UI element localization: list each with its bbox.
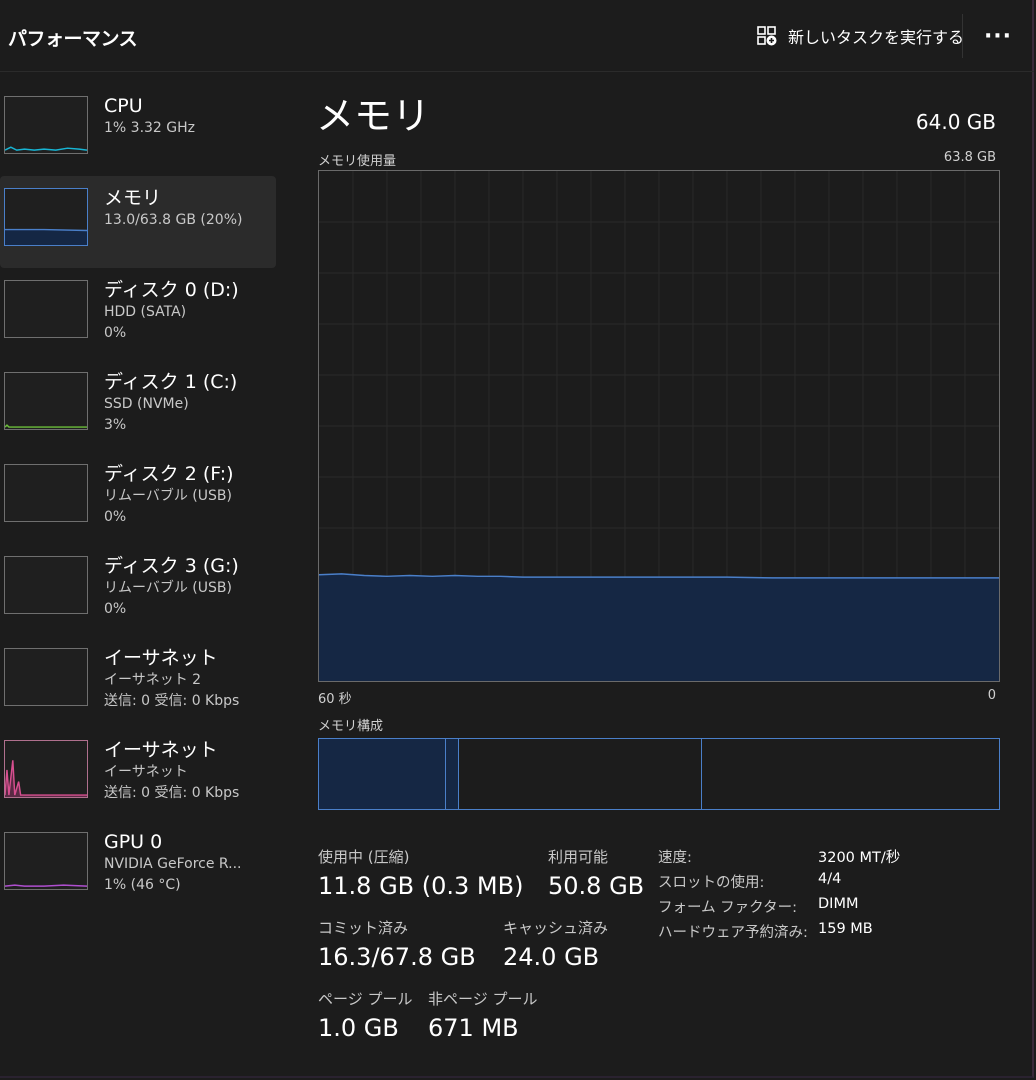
cached-value: 24.0 GB — [503, 943, 600, 971]
sidebar-item-detail: SSD (NVMe) — [104, 396, 189, 412]
sidebar-item-4[interactable]: ディスク 2 (F:) リムーバブル (USB) 0% — [0, 452, 276, 544]
sidebar-item-title: ディスク 0 (D:) — [104, 279, 239, 301]
run-new-task-button[interactable]: 新しいタスクを実行する — [748, 18, 972, 54]
sidebar-thumbnail-graph — [4, 96, 88, 154]
spec-speed-value: 3200 MT/秒 — [818, 850, 901, 866]
sidebar-item-title: ディスク 2 (F:) — [104, 463, 234, 485]
sidebar-item-detail: 1% (46 °C) — [104, 877, 181, 893]
composition-modified[interactable] — [446, 739, 459, 809]
sidebar-item-title: CPU — [104, 95, 143, 117]
paged-pool-value: 1.0 GB — [318, 1014, 399, 1042]
sidebar-item-detail: HDD (SATA) — [104, 304, 187, 320]
spec-form-factor-key: フォーム ファクター: — [658, 900, 797, 916]
sidebar-thumbnail-graph — [4, 648, 88, 706]
sidebar-item-detail: イーサネット — [104, 764, 188, 780]
sidebar-item-detail: イーサネット 2 — [104, 672, 202, 688]
sidebar-item-title: GPU 0 — [104, 831, 163, 853]
sidebar-item-text: ディスク 2 (F:) リムーバブル (USB) 0% — [104, 462, 274, 528]
sidebar-item-text: ディスク 0 (D:) HDD (SATA) 0% — [104, 278, 274, 344]
in-use-value: 11.8 GB (0.3 MB) — [318, 872, 524, 900]
nonpaged-pool-value: 671 MB — [428, 1014, 519, 1042]
sidebar-item-title: メモリ — [104, 187, 162, 209]
memory-usage-graph — [318, 170, 1000, 682]
sidebar-item-1[interactable]: メモリ 13.0/63.8 GB (20%) — [0, 176, 276, 268]
sidebar-item-text: GPU 0 NVIDIA GeForce R... 1% (46 °C) — [104, 830, 274, 896]
spec-slots-key: スロットの使用: — [658, 875, 765, 891]
sidebar-thumbnail-graph — [4, 832, 88, 890]
sidebar-thumbnail-graph — [4, 556, 88, 614]
memory-usage-chart — [319, 171, 999, 681]
sidebar-item-detail: NVIDIA GeForce R... — [104, 856, 242, 872]
memory-usage-area — [319, 573, 999, 681]
sidebar-item-detail: 0% — [104, 325, 127, 341]
sidebar-item-7[interactable]: イーサネット イーサネット 送信: 0 受信: 0 Kbps — [0, 728, 276, 820]
sidebar-item-5[interactable]: ディスク 3 (G:) リムーバブル (USB) 0% — [0, 544, 276, 636]
spec-slots-value: 4/4 — [818, 871, 842, 887]
committed-value: 16.3/67.8 GB — [318, 943, 476, 971]
sidebar-item-0[interactable]: CPU 1% 3.32 GHz — [0, 84, 276, 176]
performance-sidebar: CPU 1% 3.32 GHz メモリ 13.0/63.8 GB (20%) ディスク … — [0, 84, 278, 912]
run-task-label: 新しいタスクを実行する — [788, 28, 965, 47]
sidebar-item-detail: 3% — [104, 417, 127, 433]
sidebar-thumbnail-graph — [4, 188, 88, 246]
run-task-icon — [757, 26, 777, 46]
sidebar-item-detail: 0% — [104, 601, 127, 617]
spec-hardware-reserved-key: ハードウェア予約済み: — [658, 925, 808, 941]
composition-standby[interactable] — [459, 739, 702, 809]
memory-total: 64.0 GB — [915, 110, 996, 134]
graph-label: メモリ使用量 — [318, 154, 397, 169]
time-axis-start: 60 秒 — [318, 692, 352, 707]
sidebar-item-title: イーサネット — [104, 647, 218, 669]
paged-pool-label: ページ プール — [318, 990, 413, 1008]
sidebar-item-3[interactable]: ディスク 1 (C:) SSD (NVMe) 3% — [0, 360, 276, 452]
sidebar-item-detail: リムーバブル (USB) — [104, 580, 232, 596]
committed-label: コミット済み — [318, 919, 409, 937]
sidebar-item-title: ディスク 3 (G:) — [104, 555, 239, 577]
sidebar-item-text: イーサネットイーサネット 2 送信: 0 受信: 0 Kbps — [104, 646, 274, 712]
header-divider — [962, 14, 963, 58]
memory-title: メモリ — [316, 94, 431, 138]
sidebar-item-text: ディスク 1 (C:) SSD (NVMe) 3% — [104, 370, 274, 436]
sidebar-item-detail: 0% — [104, 509, 127, 525]
task-manager-window: パフォーマンス 新しいタスクを実行する ··· CPU 1% 3.32 GHz メモ… — [0, 0, 1034, 1078]
graph-max-label: 63.8 GB — [943, 150, 996, 165]
sidebar-item-text: イーサネット イーサネット 送信: 0 受信: 0 Kbps — [104, 738, 274, 804]
sidebar-thumbnail-graph — [4, 740, 88, 798]
sidebar-item-title: ディスク 1 (C:) — [104, 371, 238, 393]
composition-in-use[interactable] — [319, 739, 446, 809]
sidebar-item-text: CPU 1% 3.32 GHz — [104, 94, 274, 139]
sidebar-item-detail: 13.0/63.8 GB (20%) — [104, 212, 243, 228]
sidebar-item-2[interactable]: ディスク 0 (D:) HDD (SATA) 0% — [0, 268, 276, 360]
composition-label: メモリ構成 — [318, 719, 384, 734]
time-axis-end: 0 — [987, 688, 996, 703]
more-options-button[interactable]: ··· — [978, 18, 1018, 54]
spec-hardware-reserved-value: 159 MB — [818, 921, 873, 937]
sidebar-thumbnail-graph — [4, 372, 88, 430]
sidebar-item-detail: 送信: 0 受信: 0 Kbps — [104, 785, 240, 801]
page-title: パフォーマンス — [8, 28, 138, 50]
composition-free[interactable] — [702, 739, 998, 809]
nonpaged-pool-label: 非ページ プール — [428, 990, 538, 1008]
sidebar-item-detail: リムーバブル (USB) — [104, 488, 232, 504]
spec-speed-key: 速度: — [658, 850, 692, 866]
sidebar-item-detail: 送信: 0 受信: 0 Kbps — [104, 693, 240, 709]
available-value: 50.8 GB — [548, 872, 645, 900]
cached-label: キャッシュ済み — [503, 919, 609, 937]
sidebar-item-detail: 1% 3.32 GHz — [104, 120, 196, 136]
header-bar: パフォーマンス 新しいタスクを実行する ··· — [0, 0, 1034, 72]
sidebar-item-6[interactable]: イーサネットイーサネット 2 送信: 0 受信: 0 Kbps — [0, 636, 276, 728]
sidebar-thumbnail-graph — [4, 464, 88, 522]
in-use-label: 使用中 (圧縮) — [318, 848, 410, 866]
memory-composition-bar — [318, 738, 1000, 810]
sidebar-thumbnail-graph — [4, 280, 88, 338]
sidebar-item-text: メモリ 13.0/63.8 GB (20%) — [104, 186, 274, 231]
available-label: 利用可能 — [548, 848, 609, 866]
sidebar-item-text: ディスク 3 (G:) リムーバブル (USB) 0% — [104, 554, 274, 620]
sidebar-item-8[interactable]: GPU 0 NVIDIA GeForce R... 1% (46 °C) — [0, 820, 276, 912]
sidebar-item-title: イーサネット — [104, 739, 218, 761]
spec-form-factor-value: DIMM — [818, 896, 859, 912]
